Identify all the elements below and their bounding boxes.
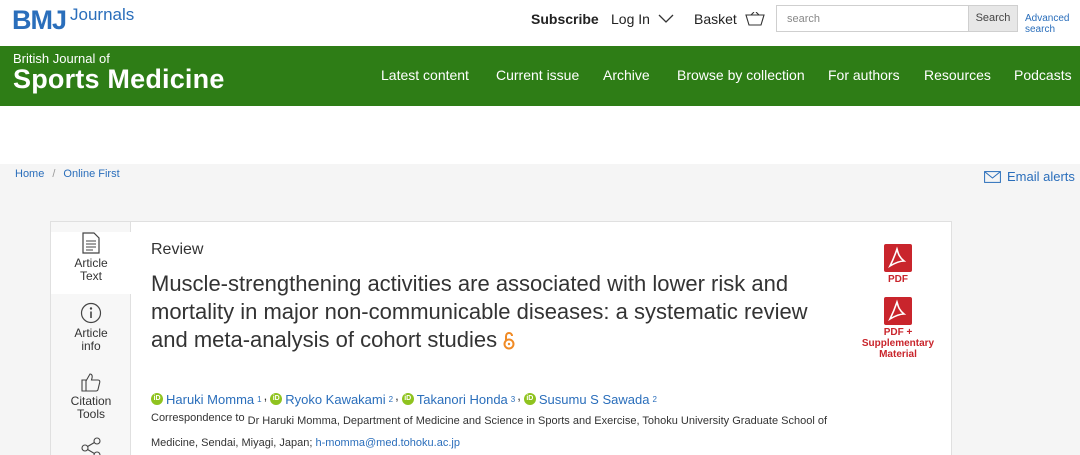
article-side-tabs: Article Text Article info Citation Tools [51,222,132,455]
author-name: Haruki Momma [166,391,255,407]
article-type: Review [151,241,204,258]
correspondence: Correspondence to Dr Haruki Momma, Depar… [151,410,911,454]
email-alerts-label: Email alerts [1007,169,1075,184]
author-link[interactable]: iD Susumu S Sawada 2 [523,391,657,407]
document-icon [82,232,100,254]
email-alerts-link[interactable]: Email alerts [984,169,1075,184]
pdf-supp-label-line1: PDF + [883,327,913,338]
login-label: Log In [611,11,650,27]
correspondence-text: Dr Haruki Momma, Department of Medicine … [247,415,828,427]
open-access-icon [503,332,515,350]
thumbs-up-icon [81,373,101,392]
login-link[interactable]: Log In [611,11,674,27]
pdf-supp-label-line2: Supplementary [861,338,935,349]
correspondence-text-2: Medicine, Sendai, Miyagi, Japan; [151,437,313,449]
article-title: Muscle-strengthening activities are asso… [151,270,851,354]
tab-article-info[interactable]: Article info [51,302,131,353]
pdf-icon [884,244,912,272]
subscribe-link[interactable]: Subscribe [531,11,599,27]
orcid-icon[interactable]: iD [523,393,536,405]
orcid-icon[interactable]: iD [270,393,283,405]
tab-citation-tools-line2: Tools [76,407,105,421]
orcid-icon[interactable]: iD [151,393,163,405]
correspondence-label: Correspondence to [151,412,245,424]
article-title-line3-wrap: and meta-analysis of cohort studies [151,326,851,354]
author-name: Takanori Honda [416,391,508,407]
tab-share[interactable] [51,437,131,455]
pdf-supplementary-icon [884,297,912,325]
breadcrumb-home[interactable]: Home [15,168,44,180]
envelope-icon [984,170,1001,183]
advanced-search-link[interactable]: Advanced search [1025,13,1080,35]
breadcrumb-online-first[interactable]: Online First [63,168,119,180]
nav-for-authors[interactable]: For authors [828,67,900,84]
nav-browse-by-collection[interactable]: Browse by collection [677,67,805,84]
journal-nav-bar: British Journal of Sports Medicine Lates… [0,46,1080,106]
bmj-logo-mark: BMJ [12,5,67,35]
pdf-label: PDF [888,274,908,285]
nav-archive[interactable]: Archive [603,67,650,84]
tab-article-text[interactable]: Article Text [51,232,132,294]
journal-name-big[interactable]: Sports Medicine [13,64,225,94]
tab-article-info-line2: info [81,339,101,353]
search-input[interactable]: search [776,5,969,32]
search-button[interactable]: Search [968,5,1018,32]
author-affiliation[interactable]: 3 [511,395,515,404]
bmj-logo-suffix: Journals [70,5,135,24]
pdf-supp-label-line3: Material [879,349,917,360]
breadcrumb: Home / Online First [15,168,120,180]
chevron-down-icon [658,14,674,23]
share-icon [81,437,101,455]
basket-label: Basket [694,11,737,27]
nav-resources[interactable]: Resources [924,67,991,84]
bmj-journals-logo[interactable]: BMJ Journals [12,4,134,36]
article-title-line2: mortality in major non-communicable dise… [151,299,808,324]
author-list: iD Haruki Momma 1, iD Ryoko Kawakami 2, iD Taka… [151,388,657,407]
nav-latest-content[interactable]: Latest content [381,67,469,84]
pdf-download-button[interactable]: PDF [881,244,915,285]
author-link[interactable]: iD Ryoko Kawakami 2 [270,392,393,407]
nav-podcasts[interactable]: Podcasts [1014,67,1072,84]
article-title-line3: and meta-analysis of cohort studies [151,327,498,352]
correspondence-line1: Correspondence to Dr Haruki Momma, Depar… [151,410,911,432]
info-icon [80,302,102,324]
tab-article-text-line2: Text [79,269,102,283]
correspondence-line2: Medicine, Sendai, Miyagi, Japan; h-momma… [151,432,911,454]
author-name: Ryoko Kawakami [285,391,386,407]
author-name: Susumu S Sawada [538,391,650,407]
article-title-line1: Muscle-strengthening activities are asso… [151,271,789,296]
author-link[interactable]: iD Takanori Honda 3 [401,391,515,407]
basket-link[interactable]: Basket [694,11,765,27]
author-affiliation[interactable]: 2 [652,395,656,404]
orcid-icon[interactable]: iD [401,393,414,405]
tab-citation-tools[interactable]: Citation Tools [51,372,131,421]
top-bar: BMJ Journals Subscribe Log In Basket sea… [0,0,1080,46]
correspondence-email-link[interactable]: h-momma@med.tohoku.ac.jp [316,437,460,449]
author-affiliation[interactable]: 2 [389,395,393,404]
nav-current-issue[interactable]: Current issue [496,67,579,84]
pdf-supplementary-download-button[interactable]: PDF + Supplementary Material [861,297,935,360]
author-affiliation[interactable]: 1 [257,395,261,404]
subscribe-label: Subscribe [531,11,599,27]
author-link[interactable]: iD Haruki Momma 1 [151,392,262,407]
article-card: Article Text Article info Citation Tools… [50,221,952,455]
basket-icon [745,12,765,26]
breadcrumb-separator: / [52,168,56,180]
